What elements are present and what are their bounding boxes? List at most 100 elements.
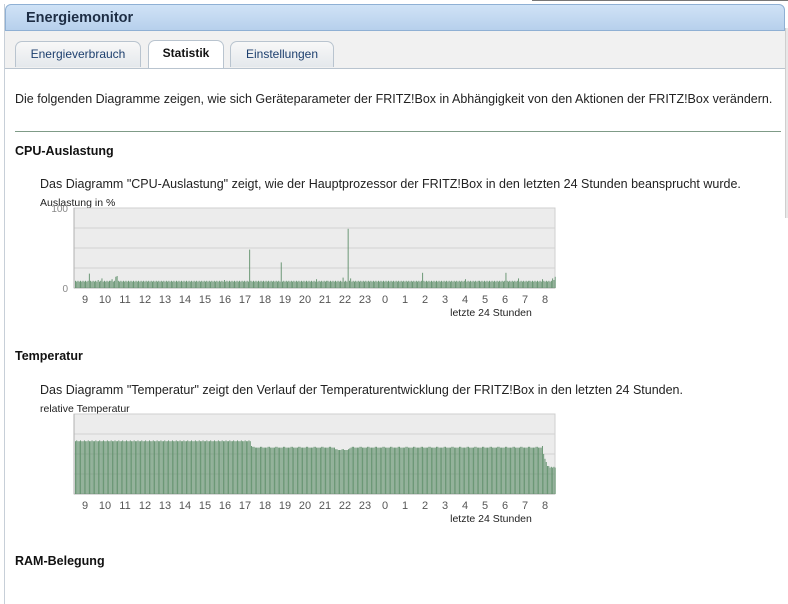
bar — [187, 281, 189, 288]
bar — [154, 441, 155, 494]
bar — [316, 447, 318, 494]
bar — [466, 281, 468, 288]
bar — [109, 441, 111, 494]
bar — [361, 281, 363, 288]
bar — [382, 446, 384, 494]
bar — [510, 447, 511, 494]
bar — [237, 440, 238, 494]
x-tick-label: 21 — [319, 294, 331, 306]
bar — [211, 441, 213, 494]
bar — [156, 440, 158, 494]
bar — [143, 280, 145, 288]
bar — [152, 281, 153, 288]
bar — [115, 276, 117, 288]
bar — [105, 281, 107, 288]
bar — [321, 280, 323, 288]
bar — [114, 440, 116, 494]
bar — [399, 281, 401, 288]
bar — [183, 280, 185, 288]
bar — [297, 281, 299, 288]
bar — [179, 440, 181, 494]
bar — [157, 281, 158, 288]
bar — [132, 441, 134, 494]
bar — [298, 446, 300, 494]
bar — [438, 280, 440, 288]
bar — [544, 281, 546, 288]
bar — [420, 280, 422, 288]
bar — [101, 278, 103, 288]
bar — [279, 447, 281, 494]
bar — [220, 281, 222, 288]
bar — [541, 446, 543, 494]
bar — [305, 446, 307, 494]
bar — [228, 441, 229, 494]
bar — [314, 281, 316, 288]
bar — [389, 281, 391, 288]
bar — [467, 446, 469, 494]
bar — [375, 280, 377, 288]
tab-einstellungen[interactable]: Einstellungen — [230, 41, 334, 67]
bar — [171, 440, 173, 494]
bar — [230, 441, 232, 494]
bar — [223, 280, 225, 288]
bar — [410, 280, 412, 288]
bar — [275, 280, 277, 288]
bar — [222, 281, 224, 288]
bar — [128, 280, 129, 288]
x-tick-label: 11 — [119, 294, 130, 306]
bar — [254, 447, 256, 494]
bar — [145, 280, 147, 288]
bar — [308, 280, 310, 288]
bar — [425, 280, 427, 288]
bar — [419, 447, 421, 494]
bar — [286, 447, 288, 494]
bar — [439, 447, 441, 494]
bar — [552, 467, 554, 494]
bar — [125, 280, 127, 288]
bar — [369, 281, 371, 288]
bar — [358, 447, 360, 494]
bar — [517, 447, 519, 494]
bar — [266, 447, 268, 494]
bar — [534, 280, 536, 288]
bar — [236, 280, 238, 288]
bar — [322, 281, 324, 288]
bar — [553, 280, 555, 288]
bar — [101, 441, 103, 494]
bar — [393, 447, 395, 494]
bar — [360, 280, 362, 288]
bar — [95, 280, 97, 288]
bar — [449, 281, 451, 288]
x-tick-label: 2 — [422, 500, 428, 512]
bar — [439, 281, 441, 288]
bar — [192, 281, 194, 288]
x-tick-label: 20 — [299, 500, 311, 512]
bar — [397, 446, 399, 494]
bar — [335, 280, 336, 288]
bar — [396, 281, 398, 288]
bar — [77, 441, 79, 494]
bar — [427, 281, 429, 288]
bar — [401, 281, 403, 288]
tab-statistik[interactable]: Statistik — [148, 40, 224, 68]
bar — [438, 447, 440, 494]
bar — [294, 281, 296, 288]
bar — [457, 281, 459, 288]
bar — [87, 280, 89, 288]
bar — [371, 281, 373, 288]
bar — [437, 281, 439, 288]
bar — [348, 280, 350, 288]
bar — [337, 280, 339, 288]
bar — [96, 441, 98, 494]
bar — [495, 281, 497, 288]
tab-energieverbrauch[interactable]: Energieverbrauch — [15, 41, 141, 67]
bar — [493, 447, 495, 494]
bar — [303, 447, 305, 494]
bar — [529, 280, 531, 288]
bar — [284, 281, 286, 288]
bar — [519, 447, 520, 494]
bar — [244, 440, 246, 494]
bar — [169, 441, 171, 494]
x-tick-label: 2 — [422, 294, 428, 306]
bar — [543, 454, 545, 494]
